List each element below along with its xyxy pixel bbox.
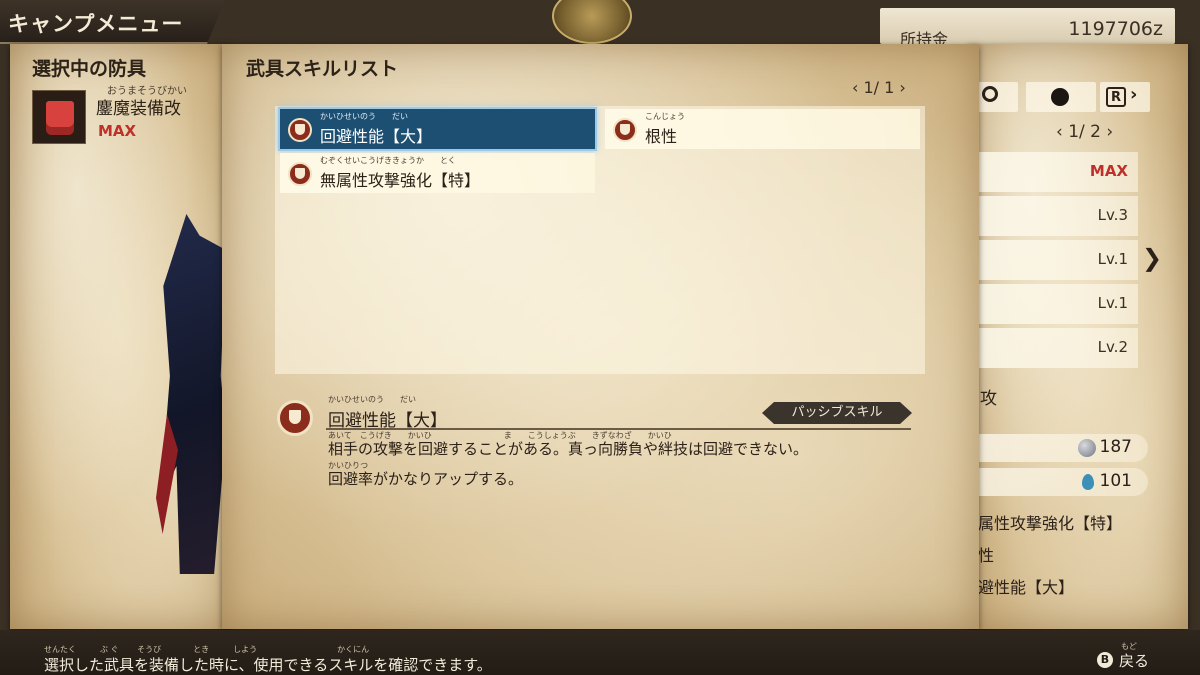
partial-label: 攻 [980,389,997,409]
skill-list-item: 性 [978,546,995,565]
chevron-right-icon[interactable]: ❯ [1142,244,1162,272]
description-line: 回避率がかなりアップする。 [328,470,524,488]
level-value: Lv.3 [1097,206,1128,224]
back-label: 戻る [1119,652,1150,670]
skill-item-non-elemental-boost[interactable]: むぞくせいこうげききょうか とく 無属性攻撃強化【特】 [280,153,595,193]
skill-list-item: 避性能【大】 [978,578,1075,597]
skill-label: 回避性能【大】 [320,127,433,146]
selected-armor-title: 選択中の防具 [32,58,147,80]
armor-name: 鏖魔装備改 [96,99,181,119]
stat-value: 187 [1099,437,1132,457]
selected-armor-panel: 選択中の防具 おうまそうびかい 鏖魔装備改 MAX [10,44,232,629]
shield-icon [277,400,313,436]
silver-orb-icon [1078,439,1096,457]
armor-skill-list-modal: 武具スキルリスト ‹ 1/ 1 › かいひせいのう だい 回避性能【大】 こんじ… [222,44,979,629]
level-value: Lv.1 [1097,294,1128,312]
help-text: 選択した武具を装備した時に、使用できるスキルを確認できます。 [44,656,492,674]
description-line: 相手の攻撃を回避することがある。真っ向勝負や絆技は回避できない。 [328,440,809,458]
tab-orb[interactable] [1026,82,1096,112]
camp-menu-header: キャンプメニュー [0,0,225,44]
detail-ruby: かいひせいのう だい [328,395,416,404]
sigil-icon [982,86,998,102]
passive-skill-badge: パッシブスキル [762,402,912,424]
armor-detail-panel: R › ‹ 1/ 2 › MAX Lv.3 Lv.1 Lv.1 Lv.2 ❯ 攻… [968,44,1188,629]
stat-row: 187 [978,434,1148,462]
stat-value: 101 [1099,471,1132,491]
shield-icon [288,118,312,142]
detail-pager[interactable]: ‹ 1/ 2 › [1056,122,1113,142]
armor-set-icon [32,90,86,144]
level-row: Lv.3 [978,196,1138,236]
level-row: Lv.2 [978,328,1138,368]
skill-grid: かいひせいのう だい 回避性能【大】 こんじょう 根性 むぞくせいこうげききょう… [275,106,925,374]
shield-icon [613,118,637,142]
r-button[interactable]: R › [1100,82,1150,112]
skill-ruby: むぞくせいこうげききょうか とく [320,156,456,165]
level-value: Lv.2 [1097,338,1128,356]
skill-list-pager[interactable]: ‹ 1/ 1 › [852,78,906,97]
level-row: MAX [978,152,1138,192]
b-button-icon: B [1097,652,1113,668]
skill-label: 無属性攻撃強化【特】 [320,171,481,190]
skill-ruby: かいひせいのう だい [320,112,408,121]
chevron-right-icon: › [1130,84,1138,105]
camp-menu-title: キャンプメニュー [8,12,184,36]
skill-list-item: 属性攻撃強化【特】 [978,514,1123,533]
r-button-glyph: R [1106,87,1126,107]
water-drop-icon [1082,474,1094,490]
money-value: 1197706z [1068,18,1163,40]
stat-row: 101 [978,468,1148,496]
armor-level: MAX [98,122,137,140]
shield-icon [288,162,312,186]
skill-item-evade-window[interactable]: かいひせいのう だい 回避性能【大】 [280,109,595,149]
modal-title: 武具スキルリスト [246,58,399,80]
skill-item-guts[interactable]: こんじょう 根性 [605,109,920,149]
money-bar: 所持金 1197706z [880,8,1175,49]
level-value: Lv.1 [1097,250,1128,268]
help-bar: せんたく ぶ ぐ そうび とき しよう かくにん 選択した武具を装備した時に、使… [0,630,1200,675]
skill-label: 根性 [645,127,678,146]
character-model [160,214,226,574]
skill-ruby: こんじょう [645,112,685,121]
level-value: MAX [1089,162,1128,180]
emblem-icon [552,0,632,44]
orb-icon [1051,88,1069,106]
level-row: Lv.1 [978,240,1138,280]
tab-sigil[interactable] [978,82,1018,112]
level-row: Lv.1 [978,284,1138,324]
